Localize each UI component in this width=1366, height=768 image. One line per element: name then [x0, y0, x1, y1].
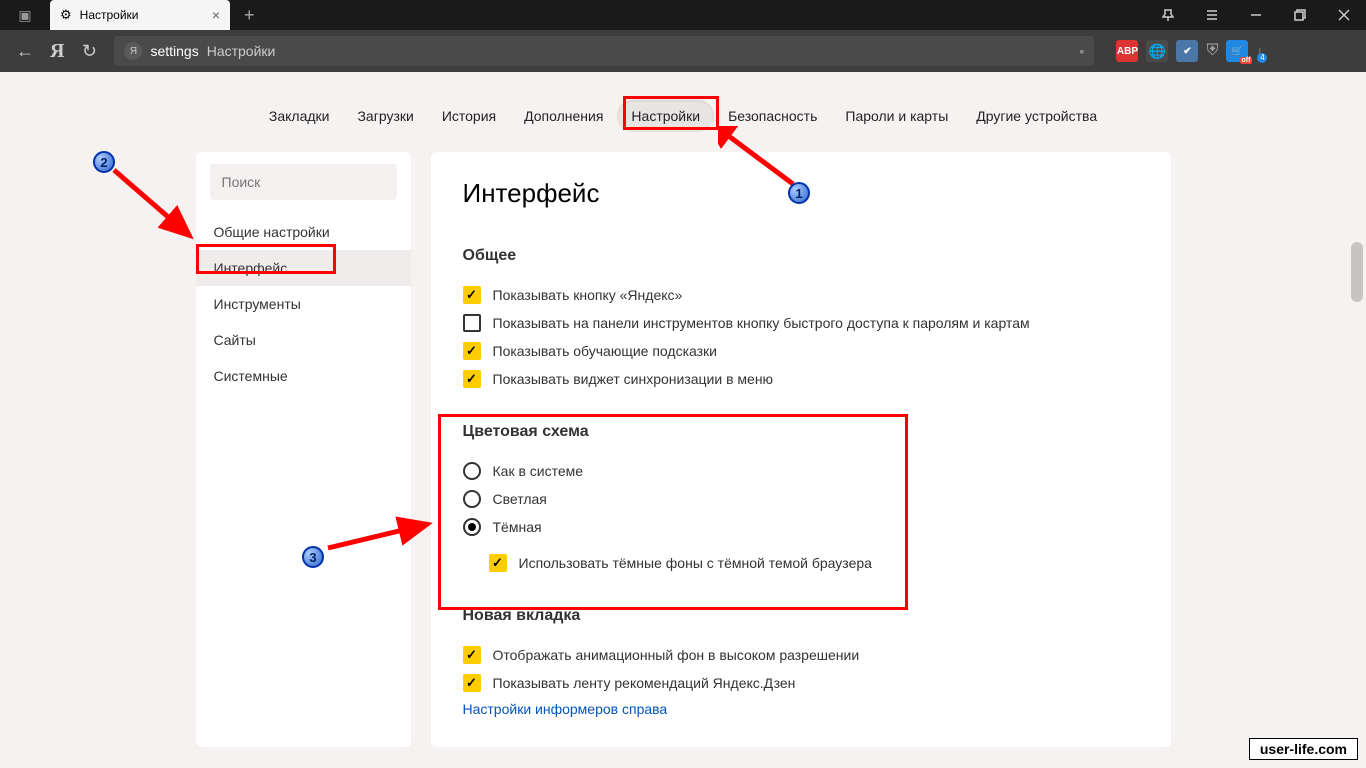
- label-anim-bg: Отображать анимационный фон в высоком ра…: [493, 647, 860, 663]
- scrollbar-thumb[interactable]: [1351, 242, 1363, 302]
- back-button[interactable]: ←: [10, 41, 40, 62]
- settings-search-input[interactable]: [210, 164, 397, 200]
- subnav-bookmarks[interactable]: Закладки: [255, 100, 344, 132]
- maximize-button[interactable]: [1278, 0, 1322, 30]
- label-zen-feed: Показывать ленту рекомендаций Яндекс.Дзе…: [493, 675, 796, 691]
- label-system: Как в системе: [493, 463, 584, 479]
- yandex-home-button[interactable]: Я: [50, 40, 64, 63]
- radio-dark[interactable]: [463, 518, 481, 536]
- section-general: Общее Показывать кнопку «Яндекс» Показыв…: [463, 247, 1139, 393]
- sidebar-item-tools[interactable]: Инструменты: [196, 286, 411, 322]
- new-tab-button[interactable]: +: [230, 5, 269, 26]
- subnav-security[interactable]: Безопасность: [714, 100, 831, 132]
- radio-light[interactable]: [463, 490, 481, 508]
- subnav-passwords[interactable]: Пароли и карты: [831, 100, 962, 132]
- subnav-settings[interactable]: Настройки: [617, 100, 714, 132]
- subnav-addons[interactable]: Дополнения: [510, 100, 617, 132]
- label-sync-widget: Показывать виджет синхронизации в меню: [493, 371, 774, 387]
- sidebar-toggle[interactable]: ▣: [0, 7, 50, 24]
- frigate-extension-icon[interactable]: 🛒: [1226, 40, 1248, 62]
- section-color-scheme: Цветовая схема Как в системе Светлая Тём…: [463, 423, 1139, 577]
- section-newtab-title: Новая вкладка: [463, 607, 1139, 625]
- checkbox-yandex-button[interactable]: [463, 286, 481, 304]
- sidebar-item-general[interactable]: Общие настройки: [196, 214, 411, 250]
- settings-pane: Интерфейс Общее Показывать кнопку «Яндек…: [431, 152, 1171, 747]
- reload-button[interactable]: ↻: [74, 41, 104, 62]
- subnav-downloads[interactable]: Загрузки: [343, 100, 427, 132]
- shield-extension-icon[interactable]: ⛨: [1206, 42, 1218, 60]
- sidebar-item-sites[interactable]: Сайты: [196, 322, 411, 358]
- tab-title: Настройки: [80, 8, 204, 22]
- extensions-area: ABP 🌐 ✔ ⛨ 🛒 ↓: [1116, 40, 1263, 62]
- checkbox-tips[interactable]: [463, 342, 481, 360]
- downloads-button[interactable]: ↓: [1256, 43, 1263, 59]
- label-yandex-button: Показывать кнопку «Яндекс»: [493, 287, 683, 303]
- pane-title: Интерфейс: [463, 178, 1139, 209]
- section-new-tab: Новая вкладка Отображать анимационный фо…: [463, 607, 1139, 721]
- checkbox-anim-bg[interactable]: [463, 646, 481, 664]
- label-light: Светлая: [493, 491, 547, 507]
- subnav-devices[interactable]: Другие устройства: [962, 100, 1111, 132]
- url-text-settings: settings: [150, 43, 198, 59]
- menu-icon[interactable]: [1190, 0, 1234, 30]
- label-tips: Показывать обучающие подсказки: [493, 343, 718, 359]
- settings-subnav: Закладки Загрузки История Дополнения Нас…: [0, 100, 1366, 152]
- link-informers[interactable]: Настройки информеров справа: [463, 697, 1139, 721]
- checkbox-zen-feed[interactable]: [463, 674, 481, 692]
- section-general-title: Общее: [463, 247, 1139, 265]
- vk-extension-icon[interactable]: ✔: [1176, 40, 1198, 62]
- gear-icon: ⚙: [60, 7, 72, 23]
- section-color-title: Цветовая схема: [463, 423, 1139, 441]
- subnav-history[interactable]: История: [428, 100, 510, 132]
- bookmark-icon[interactable]: ▪: [1079, 43, 1084, 59]
- checkbox-passwords-button[interactable]: [463, 314, 481, 332]
- minimize-button[interactable]: [1234, 0, 1278, 30]
- sidebar-item-system[interactable]: Системные: [196, 358, 411, 394]
- settings-page: Закладки Загрузки История Дополнения Нас…: [0, 72, 1366, 768]
- browser-tab[interactable]: ⚙ Настройки ×: [50, 0, 230, 30]
- site-icon: Я: [124, 42, 142, 60]
- url-text-title: Настройки: [207, 43, 276, 59]
- globe-extension-icon[interactable]: 🌐: [1146, 40, 1168, 62]
- close-tab-button[interactable]: ×: [212, 7, 220, 23]
- label-dark-backgrounds: Использовать тёмные фоны с тёмной темой …: [519, 555, 872, 571]
- checkbox-sync-widget[interactable]: [463, 370, 481, 388]
- label-dark: Тёмная: [493, 519, 542, 535]
- close-button[interactable]: [1322, 0, 1366, 30]
- titlebar: ▣ ⚙ Настройки × +: [0, 0, 1366, 30]
- settings-sidebar: Общие настройки Интерфейс Инструменты Са…: [196, 152, 411, 747]
- abp-extension-icon[interactable]: ABP: [1116, 40, 1138, 62]
- watermark: user-life.com: [1249, 738, 1358, 760]
- sidebar-item-interface[interactable]: Интерфейс: [196, 250, 411, 286]
- label-passwords-button: Показывать на панели инструментов кнопку…: [493, 315, 1030, 331]
- checkbox-dark-backgrounds[interactable]: [489, 554, 507, 572]
- address-bar[interactable]: Я settings Настройки ▪: [114, 36, 1094, 66]
- panel-icon: ▣: [18, 7, 31, 24]
- navbar: ← Я ↻ Я settings Настройки ▪ ABP 🌐 ✔ ⛨ 🛒…: [0, 30, 1366, 72]
- radio-system[interactable]: [463, 462, 481, 480]
- sidebar-pin-icon[interactable]: [1146, 0, 1190, 30]
